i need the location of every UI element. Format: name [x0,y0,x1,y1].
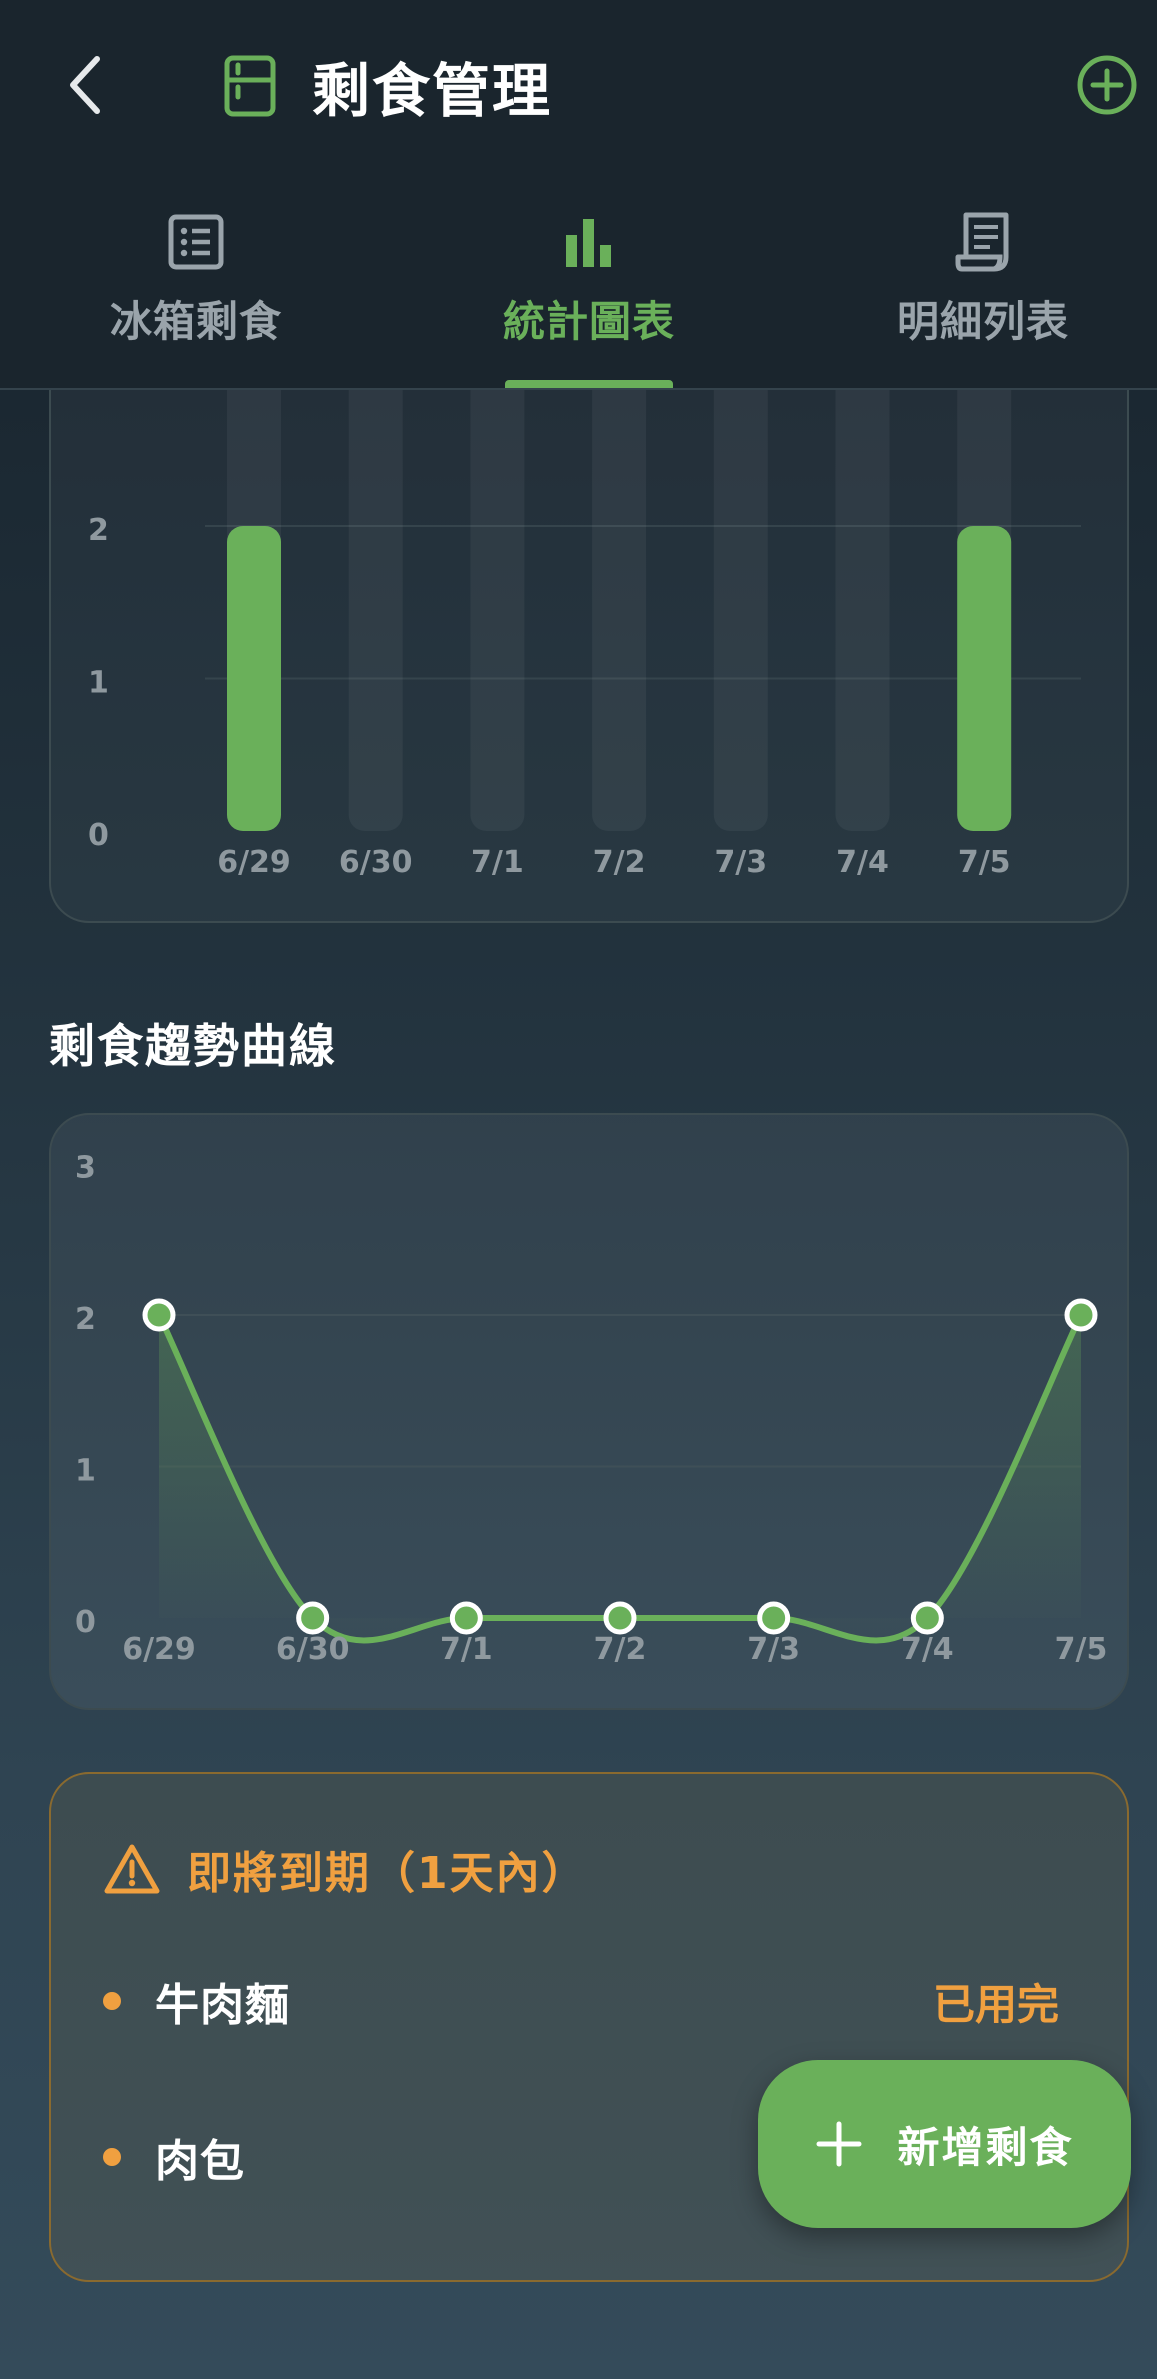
tab-label: 明細列表 [896,297,1069,346]
add-leftover-header-button[interactable] [1073,51,1141,119]
x-tick-label: 7/1 [471,845,524,880]
y-tick-label: 2 [75,1302,96,1337]
bar-track [592,330,647,831]
y-tick-label: 0 [75,1605,96,1640]
y-tick-label: 0 [88,818,109,853]
tab-fridge-leftovers[interactable]: 冰箱剩食 [46,200,346,388]
tab-label: 冰箱剩食 [109,297,282,346]
tab-bar: 冰箱剩食 統計圖表 明細列表 [0,200,1157,388]
data-point [910,1601,944,1635]
expiring-item: 牛肉麵 [103,1966,290,2036]
bar-track [835,330,890,831]
fridge-icon [222,54,278,118]
x-tick-label: 7/2 [594,1632,647,1667]
x-tick-label: 7/5 [1055,1632,1108,1667]
expiring-item: 肉包 [103,2122,245,2192]
x-tick-label: 7/4 [901,1632,954,1667]
bullet-dot [103,1992,121,2010]
data-point [1064,1298,1098,1332]
active-tab-indicator [505,380,673,388]
x-tick-label: 7/2 [593,845,646,880]
plus-icon [815,2120,863,2168]
line-chart-svg: 0 1 2 3 6/29 6/30 7/1 7/2 7/3 7/4 7/5 [75,1151,1108,1668]
mark-used-up-button[interactable]: 已用完 [911,1966,1081,2036]
y-tick-label: 2 [88,513,109,548]
expiring-soon-title: 即將到期（1天內） [187,1848,588,1899]
trend-line [156,1312,1084,1644]
data-point [603,1601,637,1635]
bar-track [470,330,525,831]
bar-track [713,330,768,831]
x-tick-label: 6/30 [339,845,413,880]
add-leftover-fab[interactable]: 新增剩食 [758,2060,1131,2228]
x-tick-label: 7/4 [836,845,889,880]
x-tick-label: 6/29 [122,1632,196,1667]
area-fill [159,1315,1081,1641]
x-tick-label: 7/3 [747,1632,800,1667]
y-tick-label: 1 [88,666,109,701]
tab-statistics-charts[interactable]: 統計圖表 [439,200,739,388]
daily-leftover-bar-chart: 0 1 2 6/29 6/30 7/1 7/2 7/3 7/4 7/5 [49,330,1129,923]
expiring-item-name: 肉包 [155,2136,245,2187]
bar [227,526,281,831]
bar [957,526,1012,831]
x-tick-label: 6/29 [217,845,291,880]
data-point [449,1601,483,1635]
data-point [142,1298,176,1332]
trend-section-title: 剩食趨勢曲線 [49,1019,337,1073]
add-circle-icon [1077,55,1137,115]
page-title: 剩食管理 [312,57,553,125]
back-button[interactable] [50,45,120,125]
fab-label: 新增剩食 [897,2122,1074,2172]
y-tick-label: 3 [75,1151,96,1186]
x-tick-label: 7/3 [714,845,767,880]
warning-triangle-icon [103,1842,161,1896]
expiring-item-name: 牛肉麵 [155,1980,290,2031]
x-tick-label: 7/5 [958,845,1011,880]
leftover-trend-line-chart: 0 1 2 3 6/29 6/30 7/1 7/2 7/3 7/4 7/5 [49,1113,1129,1710]
tab-label: 統計圖表 [502,297,675,346]
x-tick-label: 7/1 [440,1632,493,1667]
x-tick-label: 6/30 [276,1632,350,1667]
app-header: 剩食管理 冰箱剩食 統計圖表 明細列表 [0,0,1157,390]
data-point [757,1601,791,1635]
expiring-soon-header: 即將到期（1天內） [103,1834,588,1904]
tab-detail-list[interactable]: 明細列表 [833,200,1133,388]
y-tick-label: 1 [75,1454,96,1489]
header-title-group: 剩食管理 [222,48,552,125]
list-icon [164,210,228,274]
back-arrow-icon [70,56,100,114]
bullet-dot [103,2148,121,2166]
bar-chart-icon [557,210,621,274]
bar-chart-svg: 0 1 2 6/29 6/30 7/1 7/2 7/3 7/4 7/5 [88,330,1081,880]
data-point [296,1601,330,1635]
receipt-icon [951,210,1015,274]
bar-track [348,330,403,831]
